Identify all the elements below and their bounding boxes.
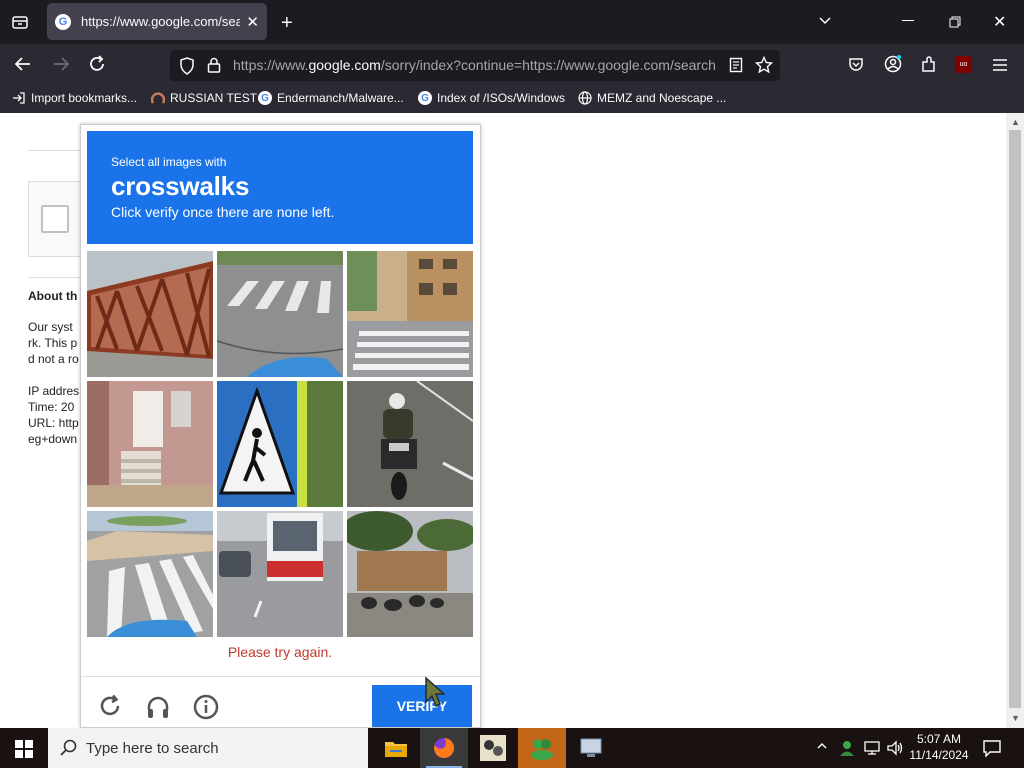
url-text: https://www.google.com/sorry/index?conti… [233,57,716,73]
reader-view-icon[interactable] [729,57,743,73]
url-bar[interactable]: https://www.google.com/sorry/index?conti… [170,50,780,81]
captcha-instruction: Select all images with [111,155,227,169]
bookmark-index-isos[interactable]: G Index of /ISOs/Windows [418,91,565,105]
detail-line: eg+down [28,432,78,446]
captcha-tile-street[interactable] [347,511,473,637]
import-icon [13,92,25,104]
reload-icon[interactable] [88,55,106,73]
scroll-down-icon[interactable]: ▼ [1011,713,1020,723]
body-line: Our syst [28,320,73,334]
taskbar-clock[interactable]: 5:07 AM 11/14/2024 [906,731,972,763]
recaptcha-box[interactable] [28,181,88,257]
bookmarks-toolbar: Import bookmarks... RUSSIAN TEST G Ender… [0,86,1024,113]
search-icon [60,739,77,756]
lock-icon[interactable] [207,57,221,73]
pocket-icon[interactable] [848,56,864,72]
verify-button[interactable]: VERIFY [372,685,472,727]
russian-favicon [151,92,165,104]
green-app-taskbar-icon[interactable] [518,728,566,768]
minimize-icon[interactable] [902,20,914,21]
divider [28,277,88,278]
captcha-tile-motorcycle[interactable] [347,381,473,507]
game-taskbar-icon[interactable] [469,728,517,768]
recaptcha-checkbox[interactable] [41,205,69,233]
network-icon[interactable] [863,740,881,756]
bookmark-label: Index of /ISOs/Windows [437,91,566,105]
cursor-icon [424,676,446,708]
bookmark-label: MEMZ and Noescape ... [597,91,727,105]
captcha-tile-bridge[interactable] [87,251,213,377]
clock-time: 5:07 AM [916,732,962,746]
divider [28,150,88,151]
google-favicon: G [258,91,272,105]
bookmark-russian-test[interactable]: RUSSIAN TEST [151,91,257,105]
close-tab-icon[interactable]: ✕ [246,13,259,31]
tab-title: https://www.google.com/search [81,14,241,29]
firefox-taskbar-icon[interactable] [420,728,468,768]
detail-line: Time: 20 [28,400,75,414]
captcha-hint: Click verify once there are none left. [111,204,335,220]
menu-icon[interactable] [992,58,1008,72]
bookmark-star-icon[interactable] [755,56,773,74]
detail-line: URL: http [28,416,79,430]
divider [81,676,480,677]
file-explorer-icon[interactable] [372,728,420,768]
bookmark-label: Import bookmarks... [31,91,138,105]
bookmark-label: RUSSIAN TEST [170,91,258,105]
google-favicon: G [55,13,71,30]
captcha-tile-pedestrian-sign[interactable] [217,381,343,507]
forward-icon[interactable] [52,56,70,72]
tab-bar: G https://www.google.com/search ✕ + ✕ [0,0,1024,44]
captcha-target: crosswalks [111,171,250,201]
google-favicon: G [418,91,432,105]
account-icon[interactable] [884,55,902,73]
reload-challenge-icon[interactable] [98,694,122,718]
captcha-tile-house[interactable] [87,381,213,507]
scrollbar-thumb[interactable] [1009,130,1021,708]
browser-tab[interactable]: G https://www.google.com/search ✕ [47,3,267,40]
captcha-header: Select all images with crosswalks Click … [87,131,473,244]
captcha-tile-crosswalk[interactable] [87,511,213,637]
close-window-icon[interactable]: ✕ [993,12,1006,32]
tab-list-icon[interactable] [11,13,29,31]
extensions-icon[interactable] [920,55,938,73]
bookmark-import[interactable]: Import bookmarks... [12,91,137,105]
windows-start-icon[interactable] [15,740,33,758]
back-icon[interactable] [14,56,32,72]
captcha-error: Please try again. [227,644,333,660]
captcha-tile-crosswalk[interactable] [347,251,473,377]
bookmark-label: Endermanch/Malware... [277,91,404,105]
detail-line: IP addres [28,384,80,398]
headphones-icon[interactable] [145,694,171,720]
clock-date: 11/14/2024 [909,748,969,762]
remote-desktop-taskbar-icon[interactable] [567,728,615,768]
bookmark-endermanch[interactable]: G Endermanch/Malware... [258,91,404,105]
volume-icon[interactable] [886,740,904,756]
scroll-up-icon[interactable]: ▲ [1011,117,1020,127]
new-tab-icon[interactable]: + [281,12,293,35]
shield-icon[interactable] [179,57,195,75]
bookmark-memz[interactable]: MEMZ and Noescape ... [578,91,726,105]
captcha-tile-bus[interactable] [217,511,343,637]
notification-icon[interactable] [982,739,1002,757]
ublock-icon[interactable]: uo [955,56,972,73]
body-line: rk. This p [28,336,78,350]
restore-icon[interactable] [949,16,961,28]
taskbar-search[interactable]: Type here to search [48,728,368,768]
captcha-tile-crosswalk[interactable] [217,251,343,377]
user-tray-icon[interactable] [838,739,856,757]
chevron-up-icon[interactable] [816,740,828,752]
globe-icon [578,91,592,105]
info-icon[interactable] [193,694,219,720]
search-placeholder: Type here to search [86,739,219,757]
about-heading: About th [28,289,78,303]
body-line: d not a ro [28,352,79,366]
chevron-down-icon[interactable] [818,14,832,28]
